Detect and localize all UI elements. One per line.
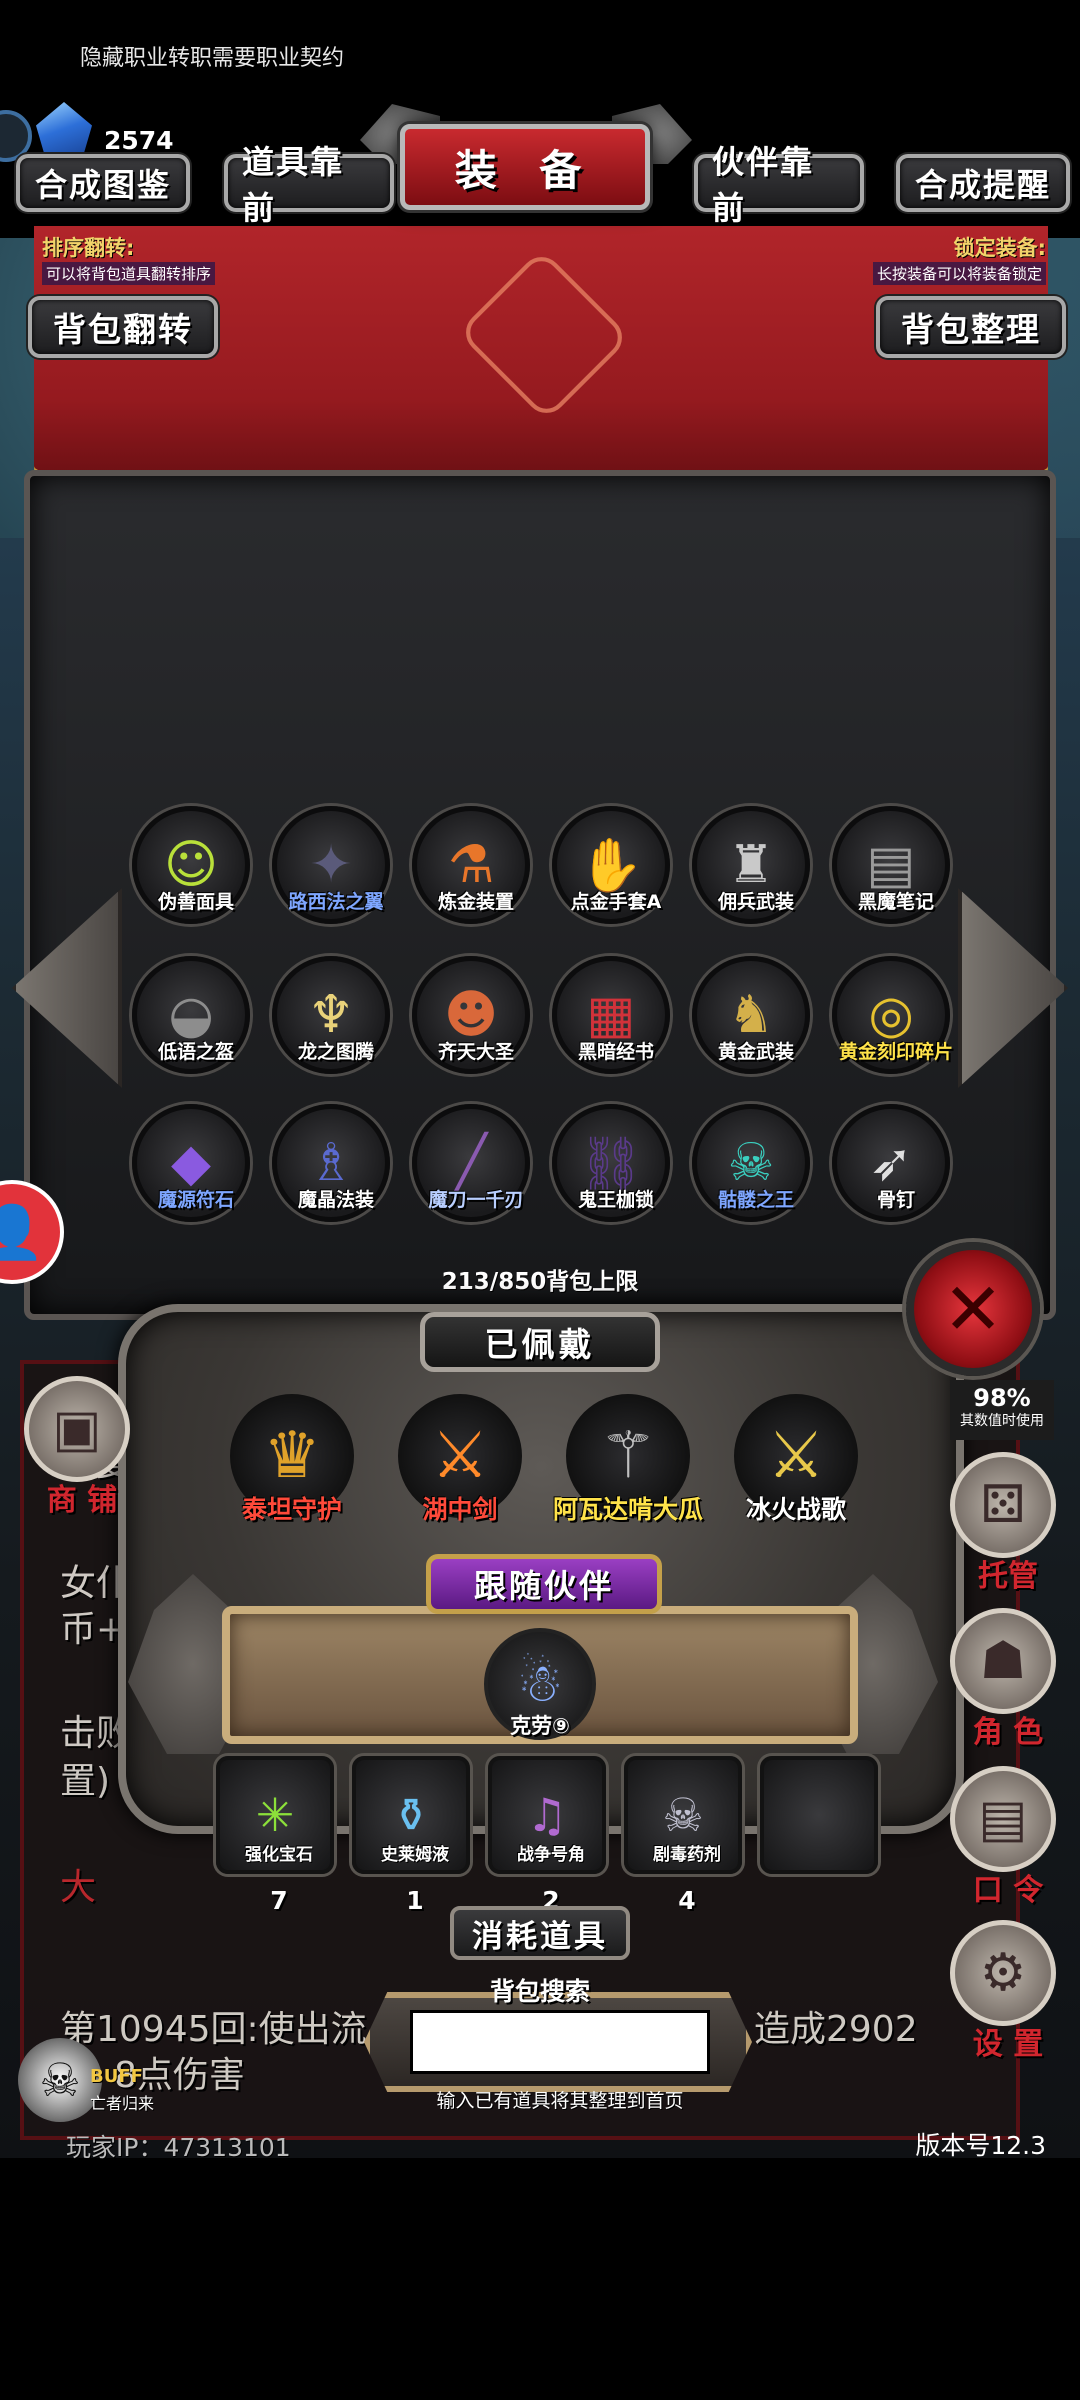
equipped-title: 已佩戴 — [420, 1312, 660, 1372]
gem-count: 2574 — [104, 126, 174, 155]
bag-slot[interactable]: ✦ 路西法之翼 — [272, 806, 390, 924]
consumable-label: 战争号角 — [517, 1845, 585, 1865]
bag-item-label: 骨钉 — [876, 1189, 915, 1211]
lock-equipment-label: 锁定装备: — [953, 236, 1046, 260]
search-hint: 输入已有道具将其整理到首页 — [436, 2090, 684, 2112]
bag-slot[interactable]: ◒ 低语之盔 — [132, 956, 250, 1074]
bag-item-label: 黄金刻印碎片 — [838, 1041, 953, 1063]
settings-label: 设 置 — [972, 2027, 1044, 2062]
hooded-figure-icon: ☗ — [979, 1631, 1027, 1691]
auto-manage-label: 托管 — [978, 1559, 1038, 1594]
consumable-label: 剧毒药剂 — [653, 1845, 721, 1865]
empty-consumable-slot[interactable] — [760, 1756, 878, 1874]
sort-flip-description: 可以将背包道具翻转排序 — [42, 262, 216, 285]
log-line: 置) — [60, 1761, 111, 1802]
log-line: 造成2902 — [754, 2009, 918, 2050]
bag-tidy-button[interactable]: 背包整理 — [876, 296, 1066, 358]
bag-slot[interactable]: ╱ 魔刀一千刃 — [412, 1104, 530, 1222]
equipped-slot[interactable]: ⚚ 阿瓦达啃大瓜 — [553, 1394, 703, 1524]
consumable-slot[interactable]: ♫ 战争号角 2 — [488, 1756, 606, 1915]
player-ip: 玩家IP：47313101 — [66, 2133, 291, 2162]
shop-icon: ▣ — [52, 1399, 102, 1459]
bag-slot[interactable]: ♞ 黄金武装 — [692, 956, 810, 1074]
poison-icon: ☠ — [662, 1788, 704, 1842]
buff-name: 亡者归来 — [90, 2094, 155, 2113]
bag-slot[interactable]: ◎ 黄金刻印碎片 — [832, 956, 953, 1074]
bag-slot[interactable]: ☺ 伪善面具 — [132, 806, 250, 924]
role-label: 角 色 — [972, 1715, 1044, 1750]
shop-button[interactable]: ▣ 商 铺 — [24, 1376, 130, 1518]
war-horn-icon: ♫ — [526, 1788, 568, 1842]
partners-first-button[interactable]: 伙伴靠前 — [694, 143, 864, 227]
equipped-slot[interactable]: ⚔ 冰火战歌 — [734, 1394, 858, 1524]
consumable-slot[interactable]: ☠ 剧毒药剂 4 — [624, 1756, 742, 1915]
merge-catalog-button[interactable]: 合成图鉴 — [16, 154, 190, 212]
close-icon: ✕ — [942, 1267, 1004, 1351]
dice-icon: ⚄ — [980, 1475, 1026, 1535]
buff-tag: BUFF — [90, 2066, 143, 2087]
percent-value: 98% — [973, 1384, 1031, 1412]
lake-sword-icon: ⚔ — [431, 1419, 489, 1493]
search-label: 背包搜索 — [489, 1977, 590, 2006]
role-button[interactable]: ☗ 角 色 — [950, 1608, 1056, 1750]
bag-slot[interactable]: ▦ 黑暗经书 — [552, 956, 670, 1074]
bag-slot[interactable]: ☠ 骷髅之王 — [692, 1104, 810, 1222]
consumable-label: 强化宝石 — [245, 1845, 313, 1865]
bag-slot[interactable]: ⚗ 炼金装置 — [412, 806, 530, 924]
bag-slot[interactable]: ➶ 骨钉 — [832, 1104, 950, 1222]
shop-label: 商 铺 — [46, 1483, 118, 1518]
page-title: 装 备 — [400, 124, 650, 210]
hint-text: 隐藏职业转职需要职业契约 — [80, 46, 345, 71]
bag-slot[interactable]: ♆ 龙之图腾 — [272, 956, 390, 1074]
equipped-slot[interactable]: ⚔ 湖中剑 — [398, 1394, 522, 1524]
bag-slot[interactable]: ⛓ 鬼王枷锁 — [552, 1104, 670, 1222]
sort-flip-label: 排序翻转: — [42, 236, 135, 260]
bag-slot[interactable]: ♜ 佣兵武装 — [692, 806, 810, 924]
consumable-slot[interactable]: ⚱ 史莱姆液 1 — [352, 1756, 470, 1915]
bag-slot[interactable]: ☻ 齐天大圣 — [412, 956, 530, 1074]
gear-icon: ⚙ — [979, 1943, 1027, 2003]
percent-note: 其数值时使用 — [960, 1413, 1044, 1429]
consumable-label: 史莱姆液 — [381, 1845, 449, 1865]
settings-button[interactable]: ⚙ 设 置 — [950, 1920, 1056, 2062]
merge-reminder-button[interactable]: 合成提醒 — [896, 154, 1070, 212]
partner-name: 克劳⑨ — [510, 1714, 570, 1738]
bag-slot[interactable]: ✋ 点金手套A — [552, 806, 670, 924]
partner-icon: ☃ — [516, 1654, 564, 1714]
consumable-count: 4 — [678, 1886, 696, 1915]
lock-equipment-description: 长按装备可以将装备锁定 — [872, 262, 1046, 285]
crossed-swords-emblem-icon — [457, 248, 631, 422]
bag-search-input[interactable] — [410, 2010, 710, 2074]
bag-slot[interactable]: ▤ 黑魔笔记 — [832, 806, 950, 924]
auto-manage-button[interactable]: ⚄ 托管 — [950, 1452, 1056, 1594]
consumable-slot[interactable]: ✳ 强化宝石 7 — [216, 1756, 334, 1915]
log-line: 大 — [60, 1867, 97, 1908]
equipped-slot[interactable]: ♛ 泰坦守护 — [230, 1394, 354, 1524]
log-line: 第10945回:使出流 — [60, 2009, 367, 2050]
staff-icon: ⚚ — [599, 1419, 657, 1493]
partner-title: 跟随伙伴 — [426, 1554, 662, 1614]
code-label: 口 令 — [972, 1873, 1044, 1908]
version-number: 版本号12.3 — [915, 2131, 1046, 2160]
potion-icon: ⚱ — [391, 1788, 431, 1842]
scroll-icon: ▤ — [978, 1789, 1028, 1849]
bag-flip-button[interactable]: 背包翻转 — [28, 296, 218, 358]
gem-shard-icon: ✳ — [255, 1788, 295, 1842]
ice-fire-sword-icon: ⚔ — [767, 1419, 825, 1493]
close-button[interactable]: ✕ — [906, 1242, 1040, 1376]
bag-slot[interactable]: ♗ 魔晶法装 — [272, 1104, 390, 1222]
log-line: 币+ — [60, 1609, 127, 1650]
equipped-item-label: 冰火战歌 — [745, 1495, 846, 1524]
code-button[interactable]: ▤ 口 令 — [950, 1766, 1056, 1908]
bag-slot[interactable]: ◆ 魔源符石 — [132, 1104, 250, 1222]
items-first-button[interactable]: 道具靠前 — [224, 143, 394, 227]
percent-box: 98% 其数值时使用 — [950, 1380, 1054, 1440]
titan-guard-icon: ♛ — [263, 1419, 321, 1493]
consumables-title: 消耗道具 — [450, 1906, 630, 1960]
consumable-count: 7 — [270, 1886, 288, 1915]
bag-item-label: 黑魔笔记 — [857, 891, 934, 913]
consumables-row: ✳ 强化宝石 7 ⚱ 史莱姆液 1 ♫ 战争号角 2 ☠ 剧毒药剂 4 — [198, 1756, 888, 1915]
